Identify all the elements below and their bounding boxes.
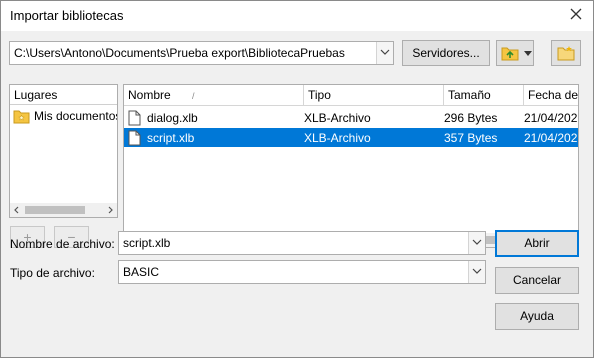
close-icon[interactable] — [569, 7, 583, 21]
path-dropdown-button[interactable] — [376, 42, 393, 64]
title-bar: Importar bibliotecas — [1, 1, 593, 31]
scroll-right-icon[interactable] — [106, 206, 114, 214]
places-horizontal-scrollbar[interactable] — [10, 203, 117, 217]
up-level-button[interactable] — [496, 40, 534, 66]
file-row-selected[interactable]: script.xlb XLB-Archivo 357 Bytes 21/04/2… — [124, 128, 578, 147]
file-row[interactable]: dialog.xlb XLB-Archivo 296 Bytes 21/04/2… — [124, 108, 578, 127]
places-header: Lugares — [10, 85, 117, 105]
folder-up-icon — [501, 47, 519, 61]
filename-dropdown-button[interactable] — [468, 232, 485, 254]
path-combobox[interactable]: C:\Users\Antono\Documents\Prueba export\… — [9, 41, 394, 65]
place-item-label: Mis documentos — [34, 109, 118, 123]
help-button[interactable]: Ayuda — [495, 303, 579, 330]
sort-indicator-icon: / — [192, 91, 195, 101]
file-name: dialog.xlb — [147, 111, 198, 125]
filename-label: Nombre de archivo: — [10, 237, 115, 251]
chevron-down-icon — [472, 268, 482, 274]
file-date: 21/04/2022 — [524, 111, 578, 125]
file-size: 296 Bytes — [444, 111, 498, 125]
new-folder-icon — [557, 46, 575, 61]
filetype-select[interactable]: BASIC — [118, 260, 486, 284]
filetype-value: BASIC — [123, 265, 160, 279]
servers-button[interactable]: Servidores... — [402, 40, 490, 66]
file-type: XLB-Archivo — [304, 111, 371, 125]
filename-input[interactable]: script.xlb — [118, 231, 486, 255]
column-header-size[interactable]: Tamaño — [444, 85, 524, 106]
filetype-dropdown-button[interactable] — [468, 261, 485, 283]
chevron-down-icon — [380, 49, 390, 55]
filename-value: script.xlb — [123, 236, 171, 250]
document-icon — [128, 110, 141, 126]
new-folder-button[interactable] — [551, 40, 581, 66]
column-header-type[interactable]: Tipo — [304, 85, 444, 106]
file-list: Nombre / Tipo Tamaño Fecha de modificaci… — [123, 84, 579, 248]
file-size: 357 Bytes — [444, 131, 498, 145]
places-panel: Lugares Mis documentos — [9, 84, 118, 218]
scroll-left-icon[interactable] — [13, 206, 21, 214]
file-date: 21/04/2022 — [524, 131, 578, 145]
open-button[interactable]: Abrir — [495, 230, 579, 257]
chevron-down-icon[interactable] — [524, 51, 532, 57]
chevron-down-icon — [472, 239, 482, 245]
file-name: script.xlb — [147, 131, 195, 145]
path-value: C:\Users\Antono\Documents\Prueba export\… — [14, 46, 345, 60]
scroll-thumb[interactable] — [25, 206, 85, 214]
column-header-name[interactable]: Nombre / — [124, 85, 304, 106]
cancel-button[interactable]: Cancelar — [495, 267, 579, 294]
folder-star-icon — [13, 110, 30, 124]
dialog-title: Importar bibliotecas — [10, 8, 124, 23]
dialog-content: C:\Users\Antono\Documents\Prueba export\… — [1, 31, 593, 357]
document-icon — [128, 130, 141, 146]
column-header-date[interactable]: Fecha de modificación — [524, 85, 578, 106]
import-libraries-dialog: Importar bibliotecas C:\Users\Antono\Doc… — [0, 0, 594, 358]
filetype-label: Tipo de archivo: — [10, 266, 95, 280]
file-type: XLB-Archivo — [304, 131, 371, 145]
